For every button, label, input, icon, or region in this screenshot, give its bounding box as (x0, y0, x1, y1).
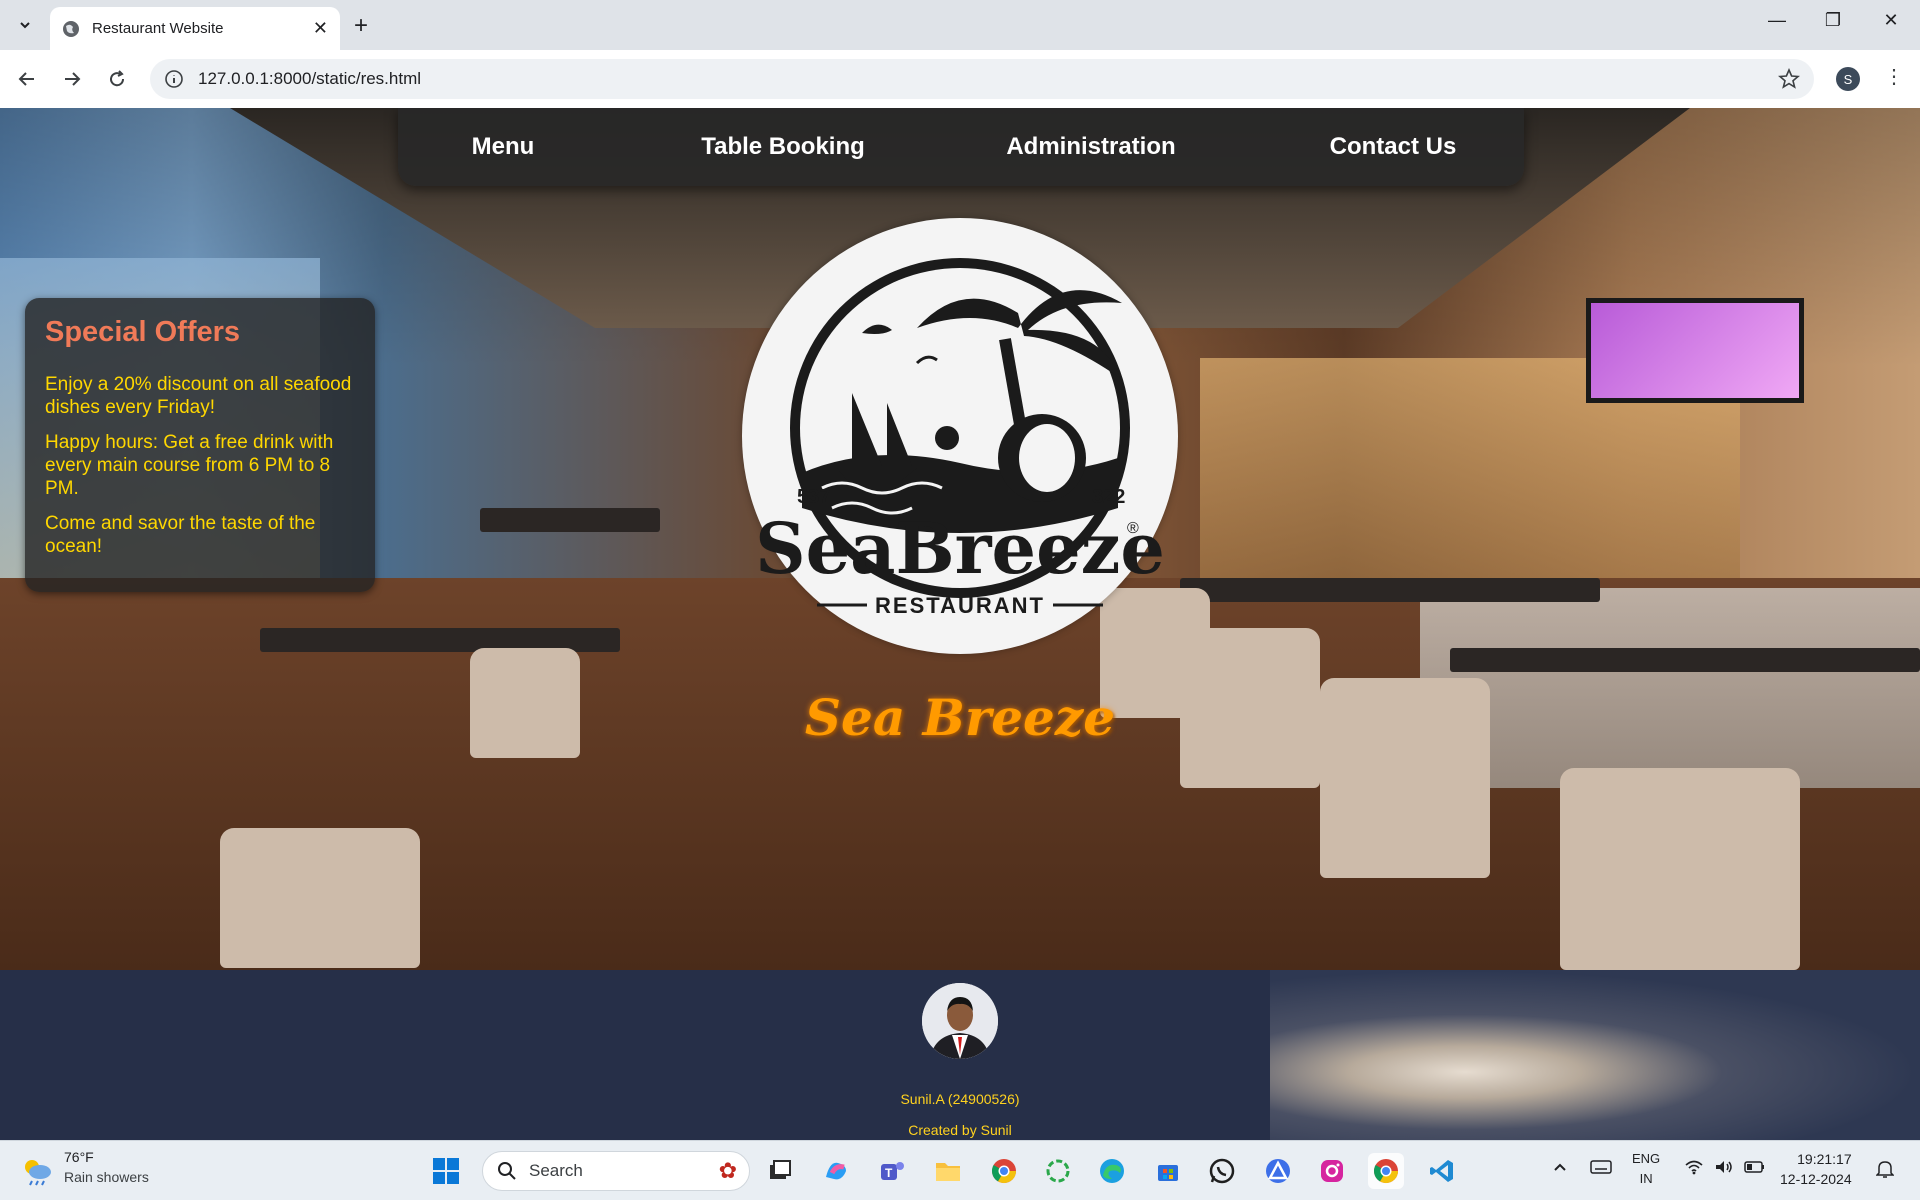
forward-icon[interactable] (57, 64, 87, 94)
chair (1180, 628, 1320, 788)
clock-date: 12-12-2024 (1780, 1171, 1852, 1187)
volume-icon[interactable] (1714, 1159, 1734, 1178)
offer-item: Happy hours: Get a free drink with every… (45, 432, 334, 499)
globe-icon (63, 20, 79, 37)
vscode-icon[interactable] (1424, 1153, 1460, 1189)
copilot-icon[interactable] (818, 1153, 854, 1189)
logo-registered-mark: ® (1127, 520, 1139, 537)
chrome-active-icon[interactable] (1368, 1153, 1404, 1189)
footer-author: Sunil.A (24900526) (900, 1091, 1020, 1107)
weather-rain-icon[interactable] (20, 1155, 54, 1187)
logo-subtitle: RESTAURANT (875, 593, 1045, 618)
bookmark-star-icon[interactable] (1778, 68, 1800, 90)
chair (1320, 678, 1490, 878)
whatsapp-icon[interactable] (1204, 1153, 1240, 1189)
language-code: ENG (1632, 1151, 1661, 1166)
new-tab-icon[interactable]: + (354, 12, 368, 40)
dining-table (480, 508, 660, 532)
restore-icon[interactable]: ❐ (1810, 10, 1856, 31)
logo-left-number: 537 (797, 486, 830, 508)
edge-icon[interactable] (1094, 1153, 1130, 1189)
file-explorer-icon[interactable] (930, 1153, 966, 1189)
nav-contact-us[interactable]: Contact Us (1268, 108, 1518, 186)
taskbar-search[interactable]: Search ✿ (482, 1151, 750, 1191)
back-icon[interactable] (12, 64, 42, 94)
browser-toolbar: 127.0.0.1:8000/static/res.html S ⋮ (0, 50, 1920, 108)
dining-table (1180, 578, 1600, 602)
search-icon (498, 1162, 516, 1180)
footer-background-image (1270, 970, 1920, 1140)
battery-icon[interactable] (1744, 1159, 1766, 1178)
url-text[interactable]: 127.0.0.1:8000/static/res.html (198, 69, 1778, 89)
offer-item: Enjoy a 20% discount on all seafood dish… (45, 374, 352, 418)
os-taskbar: 76°F Rain showers Search ✿ T ENG IN 19:2… (0, 1140, 1920, 1200)
page-footer: Sunil.A (24900526) Created by Sunil (0, 970, 1920, 1140)
keyboard-icon[interactable] (1590, 1159, 1612, 1178)
clock-time: 19:21:17 (1797, 1151, 1852, 1167)
reload-icon[interactable] (102, 64, 132, 94)
dining-table (1450, 648, 1920, 672)
brand-script-title: Sea Breeze (804, 688, 1116, 747)
offer-item: Come and savor the taste of the ocean! (45, 513, 316, 557)
store-icon[interactable] (1150, 1153, 1186, 1189)
tab-title: Restaurant Website (92, 20, 224, 37)
page-viewport: Menu Table Booking Administration Contac… (0, 108, 1920, 1140)
logo-right-number: 322 (1092, 486, 1125, 508)
notification-bell-icon[interactable] (1875, 1159, 1895, 1182)
tab-search-chevron-icon[interactable] (10, 10, 40, 40)
author-photo (922, 983, 998, 1059)
minimize-icon[interactable]: — (1754, 10, 1800, 31)
teams-icon[interactable]: T (874, 1153, 910, 1189)
logo-name: SeaBreeze (755, 507, 1165, 590)
windows-start-icon[interactable] (428, 1153, 464, 1189)
poinsettia-icon: ✿ (718, 1158, 737, 1183)
show-hidden-icons-chevron-icon[interactable] (1552, 1159, 1568, 1178)
footer-credit: Created by Sunil (908, 1122, 1012, 1138)
restaurant-logo: 537 322 SeaBreeze ® RESTAURANT (742, 218, 1178, 654)
search-placeholder: Search (529, 1161, 583, 1180)
tv-screen (1586, 298, 1804, 403)
main-navbar: Menu Table Booking Administration Contac… (398, 108, 1524, 186)
sync-app-icon[interactable] (1040, 1153, 1076, 1189)
nav-table-booking[interactable]: Table Booking (658, 108, 908, 186)
bar-counter (1420, 588, 1920, 788)
special-offers-title: Special Offers (45, 316, 241, 348)
tab-close-icon[interactable]: ✕ (313, 18, 328, 39)
chair (470, 648, 580, 758)
browser-menu-icon[interactable]: ⋮ (1884, 64, 1904, 89)
instagram-icon[interactable] (1314, 1153, 1350, 1189)
site-info-icon[interactable] (164, 69, 184, 89)
weather-temperature[interactable]: 76°F (64, 1149, 94, 1165)
app-triangle-icon[interactable] (1260, 1153, 1296, 1189)
input-language[interactable]: ENG IN (1632, 1149, 1660, 1189)
chair (1560, 768, 1800, 970)
wifi-icon[interactable] (1684, 1159, 1704, 1178)
profile-avatar[interactable]: S (1836, 67, 1860, 91)
special-offers-panel: Special Offers Enjoy a 20% discount on a… (25, 298, 375, 592)
nav-menu[interactable]: Menu (428, 108, 578, 186)
weather-description[interactable]: Rain showers (64, 1169, 149, 1185)
svg-text:T: T (885, 1166, 893, 1180)
browser-tab[interactable]: Restaurant Website ✕ (50, 7, 340, 50)
nav-administration[interactable]: Administration (966, 108, 1216, 186)
chrome-icon[interactable] (986, 1153, 1022, 1189)
browser-tab-bar: Restaurant Website ✕ + — ❐ ✕ (0, 0, 1920, 50)
chair (220, 828, 420, 968)
task-view-icon[interactable] (762, 1153, 798, 1189)
system-clock[interactable]: 19:21:17 12-12-2024 (1780, 1149, 1852, 1189)
region-code: IN (1639, 1171, 1653, 1186)
address-bar[interactable]: 127.0.0.1:8000/static/res.html (150, 59, 1814, 99)
close-window-icon[interactable]: ✕ (1868, 10, 1914, 31)
